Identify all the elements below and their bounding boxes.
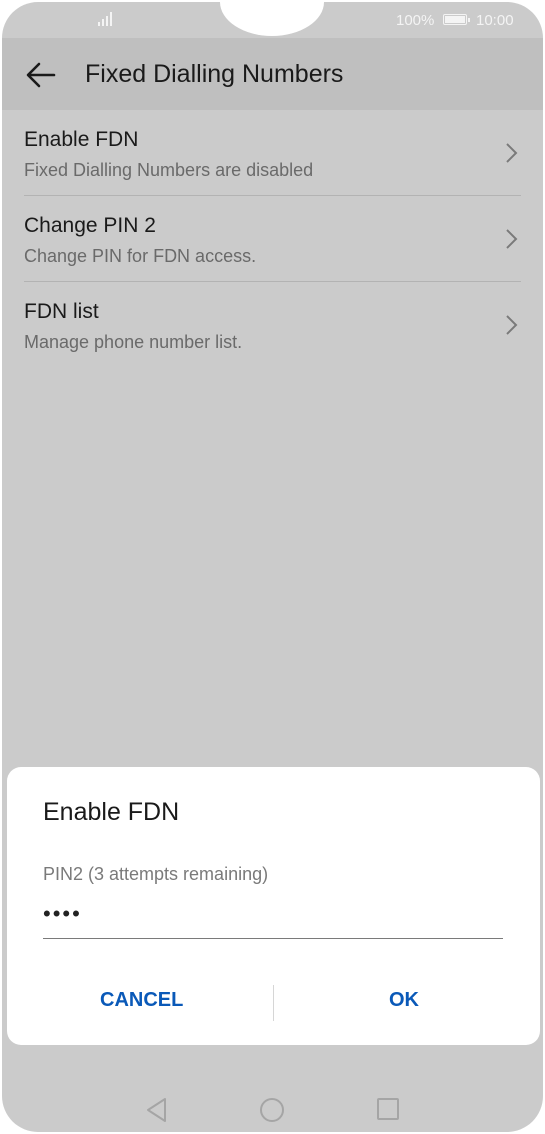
page-title: Fixed Dialling Numbers xyxy=(85,60,344,88)
navigation-bar xyxy=(2,1082,543,1132)
screen: 100% 10:00 Fixed Dialling Numbers Enable… xyxy=(2,2,543,1132)
back-arrow-icon[interactable] xyxy=(24,58,58,92)
pin2-input[interactable]: •••• xyxy=(43,899,503,939)
list-item-change-pin2[interactable]: Change PIN 2 Change PIN for FDN access. xyxy=(24,196,521,282)
item-subtitle: Fixed Dialling Numbers are disabled xyxy=(24,160,314,180)
list-item-enable-fdn[interactable]: Enable FDN Fixed Dialling Numbers are di… xyxy=(24,110,521,196)
battery-icon xyxy=(443,14,470,25)
status-bar: 100% 10:00 xyxy=(2,2,543,38)
chevron-right-icon xyxy=(506,229,518,249)
cancel-button[interactable]: CANCEL xyxy=(100,989,183,1012)
item-title: Enable FDN xyxy=(24,128,139,151)
item-subtitle: Change PIN for FDN access. xyxy=(24,246,257,266)
chevron-right-icon xyxy=(506,143,518,163)
item-title: Change PIN 2 xyxy=(24,214,156,237)
dialog-title: Enable FDN xyxy=(43,798,180,826)
enable-fdn-dialog: Enable FDN PIN2 (3 attempts remaining) •… xyxy=(7,767,540,1045)
chevron-right-icon xyxy=(506,315,518,335)
app-bar: Fixed Dialling Numbers xyxy=(2,38,543,110)
back-nav-icon[interactable] xyxy=(145,1097,169,1123)
list-item-fdn-list[interactable]: FDN list Manage phone number list. xyxy=(24,282,521,367)
phone-frame: 100% 10:00 Fixed Dialling Numbers Enable… xyxy=(0,0,545,1134)
battery-percent: 100% xyxy=(396,12,435,29)
camera-notch xyxy=(220,2,324,36)
settings-list: Enable FDN Fixed Dialling Numbers are di… xyxy=(2,110,543,367)
recents-nav-icon[interactable] xyxy=(376,1097,400,1121)
signal-icon xyxy=(98,12,112,26)
item-subtitle: Manage phone number list. xyxy=(24,332,243,352)
button-divider xyxy=(273,985,274,1021)
pin2-label: PIN2 (3 attempts remaining) xyxy=(43,864,269,884)
item-title: FDN list xyxy=(24,300,99,323)
clock: 10:00 xyxy=(476,12,514,29)
pin2-value: •••• xyxy=(43,901,82,926)
ok-button[interactable]: OK xyxy=(389,989,419,1012)
home-nav-icon[interactable] xyxy=(259,1097,285,1123)
